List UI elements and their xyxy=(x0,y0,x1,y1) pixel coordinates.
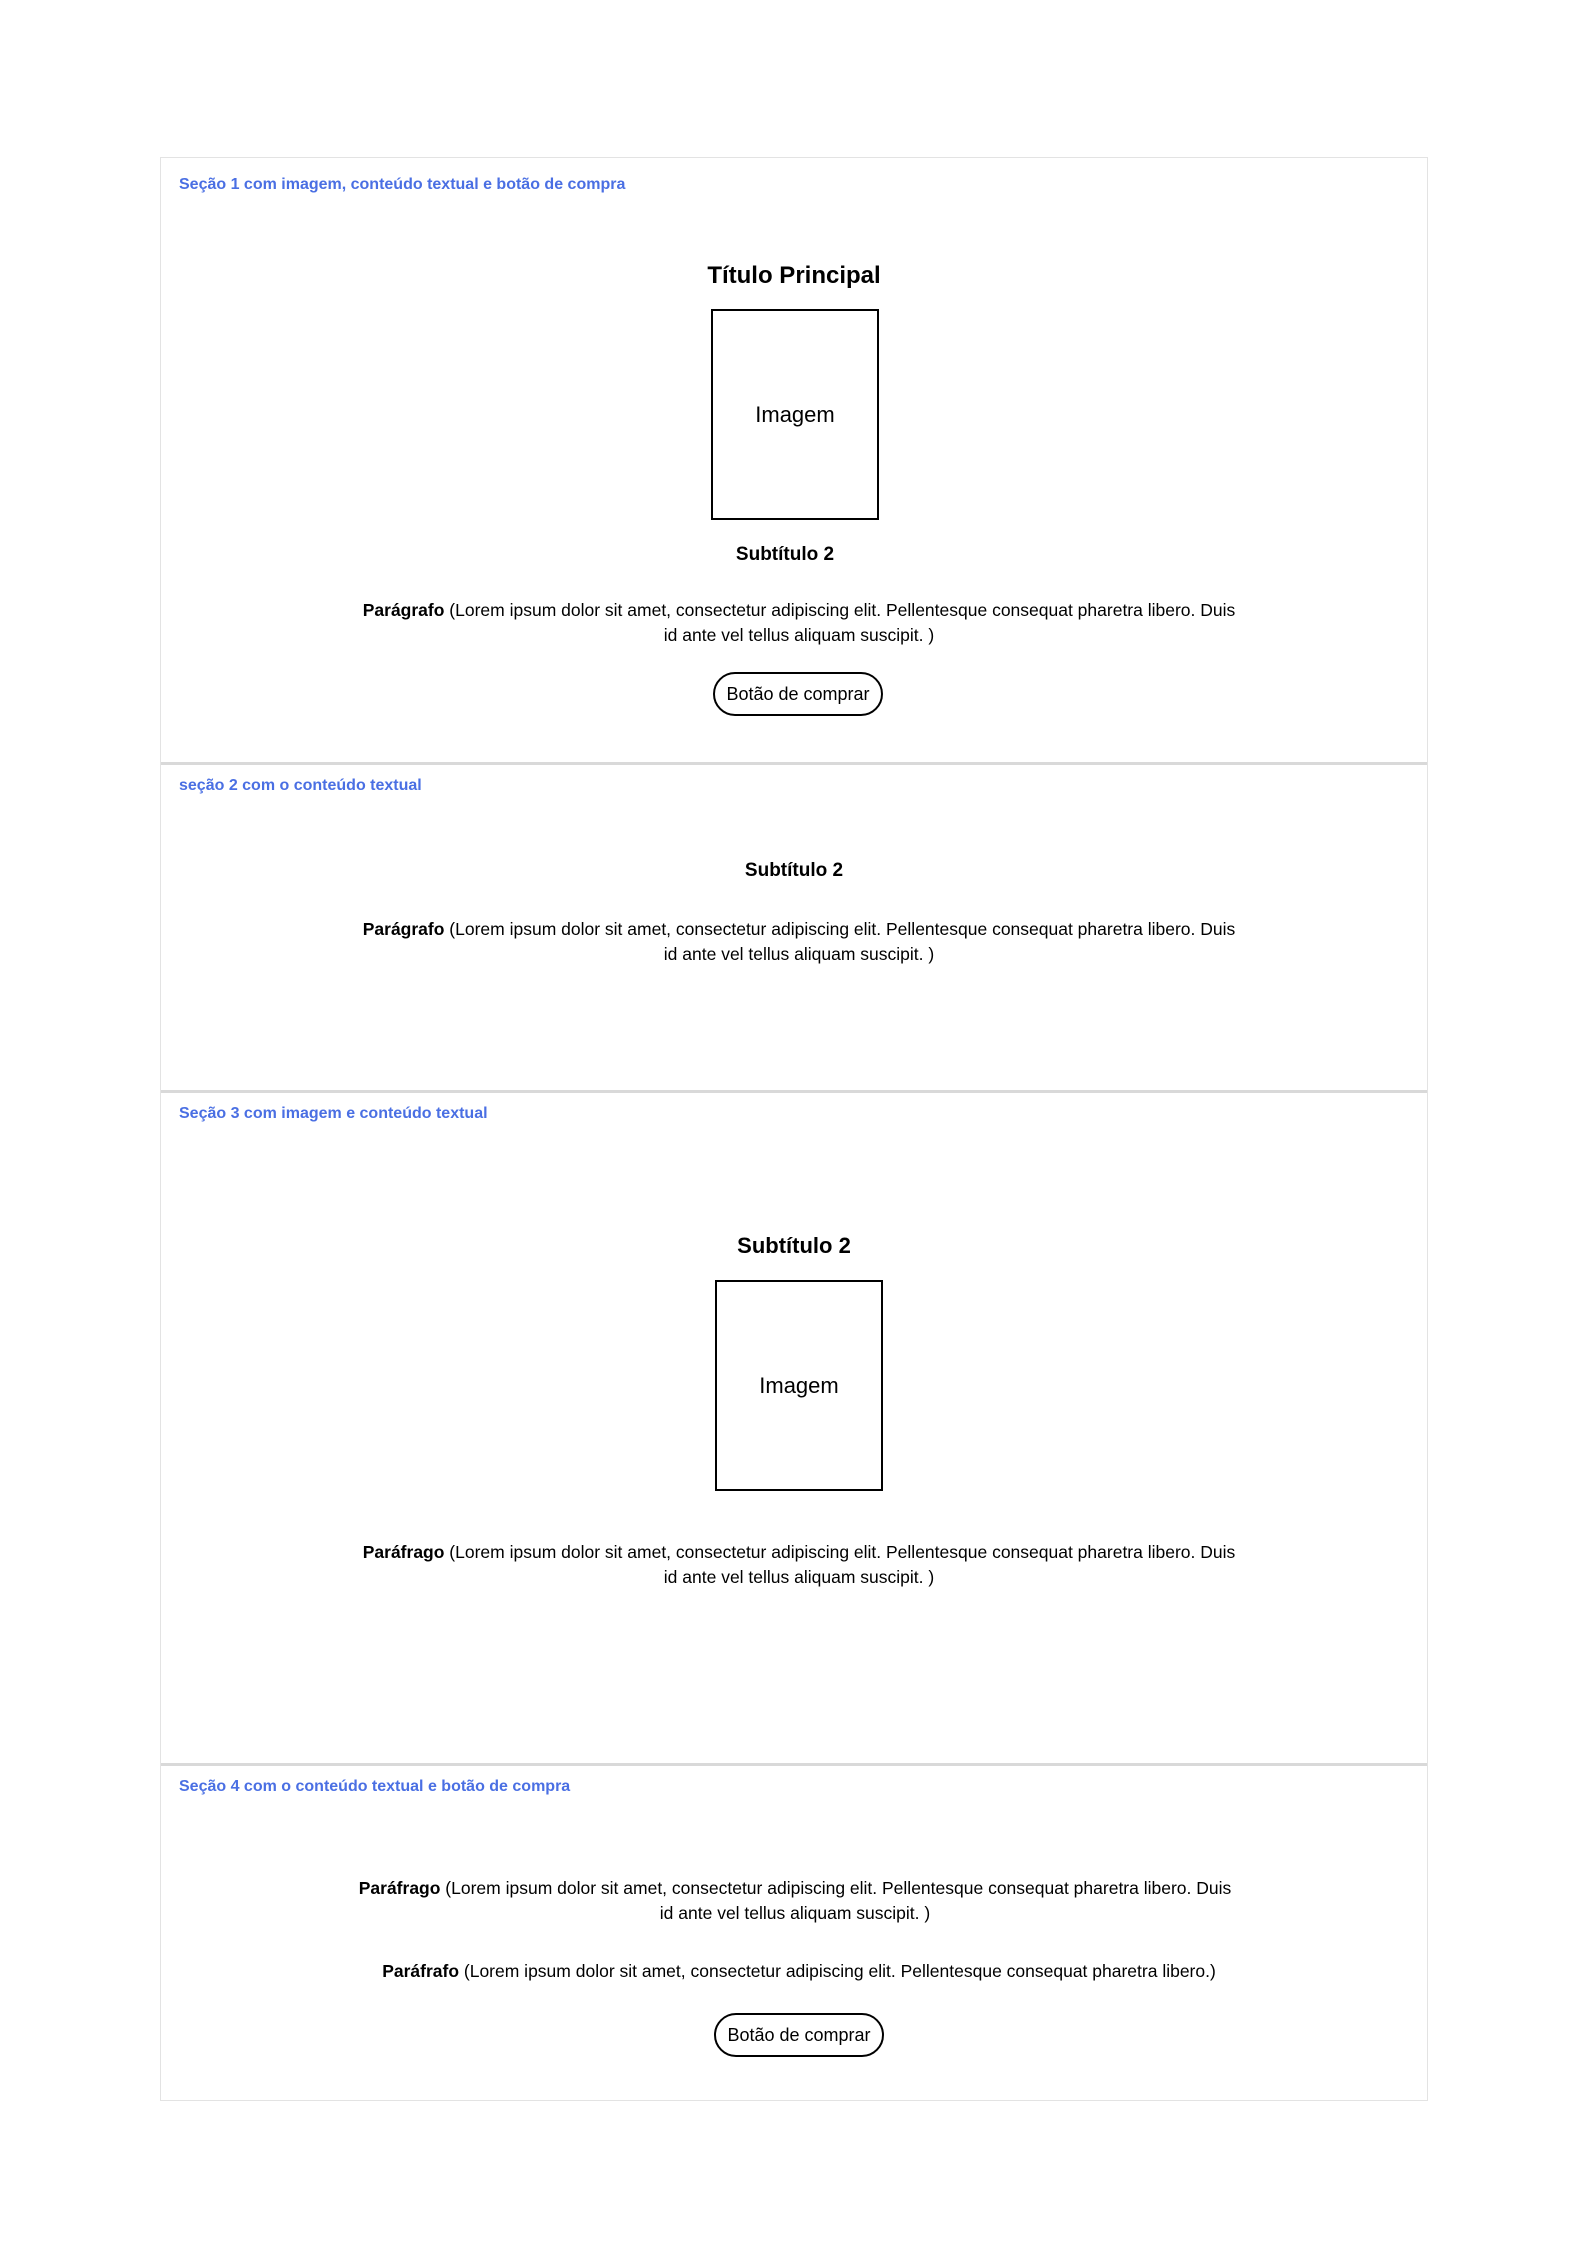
section-4-paragraph-1: Paráfrago (Lorem ipsum dolor sit amet, c… xyxy=(355,1876,1235,1926)
paragraph-text: (Lorem ipsum dolor sit amet, consectetur… xyxy=(440,1878,1232,1923)
buy-button[interactable]: Botão de comprar xyxy=(713,672,883,716)
section-1-paragraph: Parágrafo (Lorem ipsum dolor sit amet, c… xyxy=(359,598,1239,648)
section-1-subtitle: Subtítulo 2 xyxy=(735,544,835,565)
paragraph-lead: Paráfrago xyxy=(358,1878,441,1898)
wireframe-page: Seção 1 com imagem, conteúdo textual e b… xyxy=(160,157,1428,2101)
image-placeholder: Imagem xyxy=(715,1280,883,1491)
section-4: Seção 4 com o conteúdo textual e botão d… xyxy=(161,1766,1427,2100)
image-placeholder-label: Imagem xyxy=(759,1372,839,1398)
paragraph-text: (Lorem ipsum dolor sit amet, consectetur… xyxy=(459,1961,1216,1981)
section-1: Seção 1 com imagem, conteúdo textual e b… xyxy=(161,158,1427,762)
section-1-label: Seção 1 com imagem, conteúdo textual e b… xyxy=(179,176,626,193)
paragraph-text: (Lorem ipsum dolor sit amet, consectetur… xyxy=(444,919,1236,964)
section-3: Seção 3 com imagem e conteúdo textual Su… xyxy=(161,1093,1427,1763)
section-2-subtitle: Subtítulo 2 xyxy=(744,860,844,881)
section-2: seção 2 com o conteúdo textual Subtítulo… xyxy=(161,765,1427,1090)
section-4-paragraph-2: Paráfrafo (Lorem ipsum dolor sit amet, c… xyxy=(359,1959,1239,1984)
section-2-paragraph: Parágrafo (Lorem ipsum dolor sit amet, c… xyxy=(359,917,1239,967)
paragraph-lead: Paráfrago xyxy=(362,1542,445,1562)
page-title: Título Principal xyxy=(707,262,881,289)
section-3-paragraph: Paráfrago (Lorem ipsum dolor sit amet, c… xyxy=(359,1540,1239,1590)
section-4-label: Seção 4 com o conteúdo textual e botão d… xyxy=(179,1778,571,1795)
image-placeholder: Imagem xyxy=(711,309,879,520)
paragraph-lead: Paráfrafo xyxy=(382,1961,460,1981)
section-3-subtitle: Subtítulo 2 xyxy=(737,1233,851,1258)
paragraph-lead: Parágrafo xyxy=(362,919,445,939)
paragraph-text: (Lorem ipsum dolor sit amet, consectetur… xyxy=(444,1542,1236,1587)
section-3-label: Seção 3 com imagem e conteúdo textual xyxy=(179,1105,488,1122)
section-2-label: seção 2 com o conteúdo textual xyxy=(179,777,422,794)
image-placeholder-label: Imagem xyxy=(755,401,835,427)
buy-button[interactable]: Botão de comprar xyxy=(714,2013,884,2057)
paragraph-text: (Lorem ipsum dolor sit amet, consectetur… xyxy=(444,600,1236,645)
paragraph-lead: Parágrafo xyxy=(362,600,445,620)
